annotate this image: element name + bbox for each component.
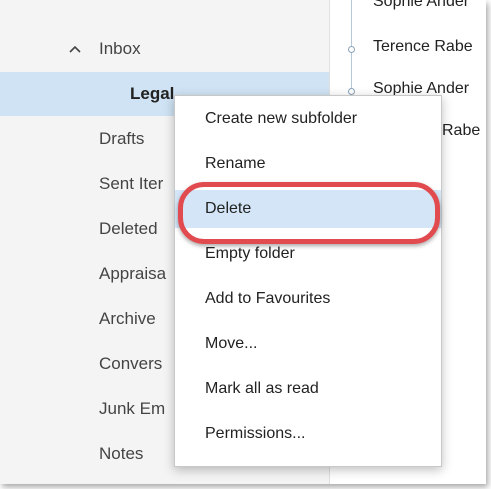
thread-dot-icon bbox=[348, 46, 355, 53]
folder-label: Sent Iter bbox=[99, 174, 164, 193]
folder-label: Inbox bbox=[99, 39, 141, 58]
menu-item-mark-all-read[interactable]: Mark all as read bbox=[175, 370, 441, 408]
folder-label: Convers bbox=[99, 354, 163, 373]
folder-label: Appraisa bbox=[99, 264, 167, 283]
menu-item-label: Empty folder bbox=[205, 245, 295, 262]
thread-dot-icon bbox=[348, 88, 355, 95]
menu-item-create-subfolder[interactable]: Create new subfolder bbox=[175, 100, 441, 138]
message-row[interactable]: Terence Rabe bbox=[330, 29, 486, 69]
folder-label: Notes bbox=[99, 444, 144, 463]
menu-item-label: Permissions... bbox=[205, 425, 306, 442]
message-row[interactable]: Sophie Ander bbox=[330, 0, 486, 24]
menu-item-label: Move... bbox=[205, 335, 258, 352]
message-sender: Terence Rabe bbox=[373, 38, 473, 55]
message-sender: Sophie Ander bbox=[373, 0, 470, 10]
message-sender: Rabe bbox=[442, 122, 481, 139]
folder-label: Junk Em bbox=[99, 399, 166, 418]
folder-label: Drafts bbox=[99, 129, 145, 148]
chevron-up-icon[interactable] bbox=[68, 27, 82, 71]
menu-item-delete[interactable]: Delete bbox=[175, 190, 441, 228]
folder-inbox[interactable]: Inbox bbox=[0, 27, 329, 71]
folder-label: Deleted bbox=[99, 219, 158, 238]
menu-item-label: Add to Favourites bbox=[205, 290, 331, 307]
menu-item-label: Create new subfolder bbox=[205, 110, 358, 127]
folder-label: Archive bbox=[99, 309, 156, 328]
menu-item-label: Delete bbox=[205, 200, 252, 217]
menu-item-empty-folder[interactable]: Empty folder bbox=[175, 235, 441, 273]
menu-item-label: Rename bbox=[205, 155, 266, 172]
mail-window: Inbox Legal Drafts Sent Iter Deleted App… bbox=[0, 0, 486, 484]
menu-item-label: Mark all as read bbox=[205, 380, 319, 397]
folder-context-menu: Create new subfolder Rename Delete Empty… bbox=[174, 95, 442, 467]
menu-item-add-to-favourites[interactable]: Add to Favourites bbox=[175, 280, 441, 318]
menu-item-move[interactable]: Move... bbox=[175, 325, 441, 363]
menu-item-rename[interactable]: Rename bbox=[175, 145, 441, 183]
folder-label: Legal bbox=[130, 84, 175, 103]
menu-item-permissions[interactable]: Permissions... bbox=[175, 415, 441, 453]
